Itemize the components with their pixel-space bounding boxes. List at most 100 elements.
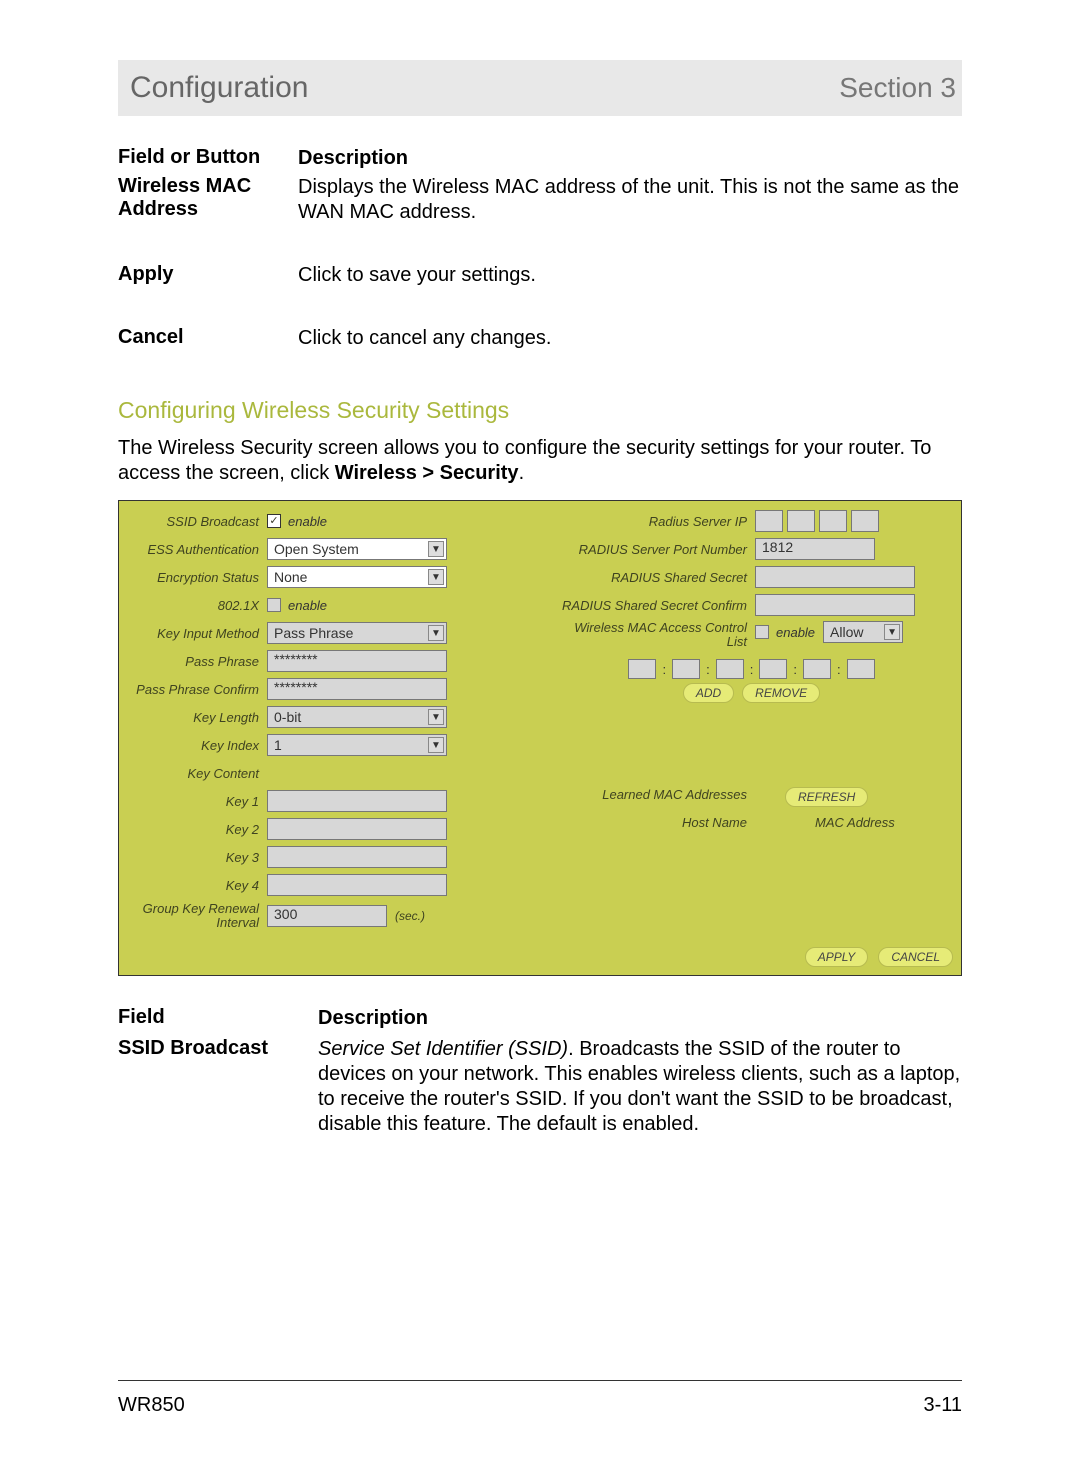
ess-auth-select[interactable]: Open System ▼ bbox=[267, 538, 447, 560]
key-input-method-select[interactable]: Pass Phrase ▼ bbox=[267, 622, 447, 644]
chevron-down-icon: ▼ bbox=[428, 625, 444, 641]
field-button-description-table: Field or Button Description Wireless MAC… bbox=[118, 146, 962, 351]
group-key-label-line1: Group Key Renewal bbox=[143, 901, 259, 916]
page-title: Configuration bbox=[130, 71, 308, 105]
radius-shared-secret-confirm-input[interactable] bbox=[755, 594, 915, 616]
field-description-table-2: Field Description SSID Broadcast Service… bbox=[118, 1006, 962, 1137]
table2-header-field: Field bbox=[118, 1006, 318, 1031]
radius-server-ip-label: Radius Server IP bbox=[550, 514, 755, 529]
footer-model: WR850 bbox=[118, 1394, 185, 1417]
table1-row1-desc: Displays the Wireless MAC address of the… bbox=[298, 175, 962, 225]
key3-input[interactable] bbox=[267, 846, 447, 868]
panel-right-column: Radius Server IP RADIUS Server Port Numb… bbox=[550, 507, 953, 933]
table1-header-field: Field or Button bbox=[118, 146, 298, 171]
ssid-broadcast-label: SSID Broadcast bbox=[127, 514, 267, 529]
intro-text: The Wireless Security screen allows you … bbox=[118, 436, 962, 486]
mac-octet-3[interactable] bbox=[716, 659, 744, 679]
key4-label: Key 4 bbox=[127, 878, 267, 893]
encryption-status-label: Encryption Status bbox=[127, 570, 267, 585]
radius-ip-octet-3[interactable] bbox=[819, 510, 847, 532]
radius-ip-octet-2[interactable] bbox=[787, 510, 815, 532]
mac-octet-2[interactable] bbox=[672, 659, 700, 679]
key-input-method-label: Key Input Method bbox=[127, 626, 267, 641]
intro-text-bold: Wireless > Security bbox=[335, 462, 519, 484]
key3-label: Key 3 bbox=[127, 850, 267, 865]
pass-phrase-label: Pass Phrase bbox=[127, 654, 267, 669]
8021x-checkbox[interactable] bbox=[267, 598, 281, 612]
pass-phrase-confirm-label: Pass Phrase Confirm bbox=[127, 682, 267, 697]
key1-input[interactable] bbox=[267, 790, 447, 812]
key-input-method-value: Pass Phrase bbox=[274, 625, 353, 641]
radius-ip-octet-1[interactable] bbox=[755, 510, 783, 532]
radius-port-input[interactable]: 1812 bbox=[755, 538, 875, 560]
mac-acl-label-line1: Wireless MAC Access Control bbox=[574, 620, 747, 635]
intro-text-body: The Wireless Security screen allows you … bbox=[118, 437, 931, 484]
group-key-label-line2: Interval bbox=[216, 915, 259, 930]
add-button[interactable]: ADD bbox=[683, 683, 734, 703]
table1-row1-field: Wireless MAC Address bbox=[118, 175, 298, 225]
table1-row2-field: Apply bbox=[118, 263, 298, 288]
hostname-column-header: Host Name bbox=[550, 815, 755, 830]
key2-label: Key 2 bbox=[127, 822, 267, 837]
ssid-broadcast-checkbox[interactable]: ✓ bbox=[267, 514, 281, 528]
chevron-down-icon: ▼ bbox=[428, 709, 444, 725]
apply-button[interactable]: APPLY bbox=[805, 947, 869, 967]
encryption-status-select[interactable]: None ▼ bbox=[267, 566, 447, 588]
group-key-renewal-input[interactable]: 300 bbox=[267, 905, 387, 927]
page-header: Configuration Section 3 bbox=[118, 60, 962, 116]
encryption-status-value: None bbox=[274, 569, 307, 585]
table2-row1-field: SSID Broadcast bbox=[118, 1037, 318, 1137]
radius-shared-secret-input[interactable] bbox=[755, 566, 915, 588]
mac-acl-mode-value: Allow bbox=[830, 624, 863, 640]
mac-octet-1[interactable] bbox=[628, 659, 656, 679]
ssid-broadcast-enable-text: enable bbox=[288, 514, 327, 529]
key-content-label: Key Content bbox=[127, 766, 267, 781]
section-label: Section 3 bbox=[839, 72, 956, 104]
mac-octet-5[interactable] bbox=[803, 659, 831, 679]
footer-rule bbox=[118, 1380, 962, 1381]
mac-octet-4[interactable] bbox=[759, 659, 787, 679]
mac-acl-label-line2: List bbox=[727, 634, 747, 649]
learned-mac-label: Learned MAC Addresses bbox=[550, 787, 755, 807]
mac-acl-enable-text: enable bbox=[776, 625, 815, 640]
pass-phrase-input[interactable]: ******** bbox=[267, 650, 447, 672]
section-heading: Configuring Wireless Security Settings bbox=[118, 397, 962, 424]
cancel-button[interactable]: CANCEL bbox=[878, 947, 953, 967]
chevron-down-icon: ▼ bbox=[428, 569, 444, 585]
ess-auth-label: ESS Authentication bbox=[127, 542, 267, 557]
wireless-security-panel: SSID Broadcast ✓ enable ESS Authenticati… bbox=[118, 500, 962, 976]
key-length-select[interactable]: 0-bit ▼ bbox=[267, 706, 447, 728]
table1-row3-desc: Click to cancel any changes. bbox=[298, 326, 962, 351]
key-length-label: Key Length bbox=[127, 710, 267, 725]
mac-acl-enable-checkbox[interactable] bbox=[755, 625, 769, 639]
pass-phrase-confirm-input[interactable]: ******** bbox=[267, 678, 447, 700]
chevron-down-icon: ▼ bbox=[428, 737, 444, 753]
key-index-value: 1 bbox=[274, 737, 282, 753]
key-length-value: 0-bit bbox=[274, 709, 301, 725]
seconds-suffix: (sec.) bbox=[395, 909, 425, 923]
table1-row2-desc: Click to save your settings. bbox=[298, 263, 962, 288]
key-index-select[interactable]: 1 ▼ bbox=[267, 734, 447, 756]
intro-text-tail: . bbox=[519, 462, 525, 484]
mac-acl-mode-select[interactable]: Allow ▼ bbox=[823, 621, 903, 643]
key1-label: Key 1 bbox=[127, 794, 267, 809]
radius-ip-octet-4[interactable] bbox=[851, 510, 879, 532]
radius-shared-secret-label: RADIUS Shared Secret bbox=[550, 570, 755, 585]
table1-row3-field: Cancel bbox=[118, 326, 298, 351]
table1-header-desc: Description bbox=[298, 147, 408, 169]
panel-left-column: SSID Broadcast ✓ enable ESS Authenticati… bbox=[127, 507, 540, 933]
key4-input[interactable] bbox=[267, 874, 447, 896]
refresh-button[interactable]: REFRESH bbox=[785, 787, 868, 807]
chevron-down-icon: ▼ bbox=[428, 541, 444, 557]
8021x-label: 802.1X bbox=[127, 598, 267, 613]
table2-header-desc: Description bbox=[318, 1007, 428, 1029]
macaddress-column-header: MAC Address bbox=[755, 815, 953, 830]
mac-octet-6[interactable] bbox=[847, 659, 875, 679]
mac-acl-label: Wireless MAC Access Control List bbox=[550, 621, 755, 650]
footer-page-number: 3-11 bbox=[923, 1394, 962, 1417]
ess-auth-value: Open System bbox=[274, 541, 359, 557]
remove-button[interactable]: REMOVE bbox=[742, 683, 820, 703]
mac-entry-row: : : : : : bbox=[550, 659, 953, 679]
key2-input[interactable] bbox=[267, 818, 447, 840]
group-key-renewal-label: Group Key Renewal Interval bbox=[127, 902, 267, 931]
